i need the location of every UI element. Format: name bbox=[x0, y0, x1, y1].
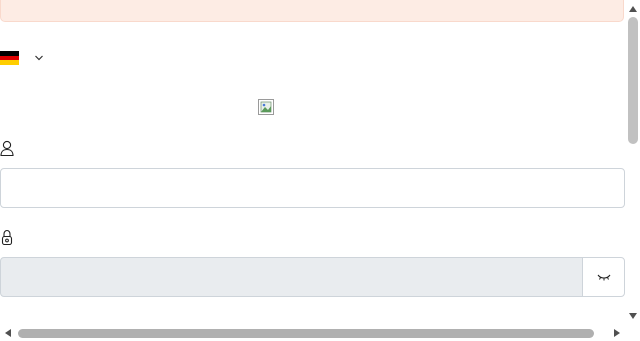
scroll-up-arrow-icon[interactable] bbox=[628, 4, 638, 14]
flag-germany-icon bbox=[0, 51, 19, 66]
scroll-down-arrow-icon[interactable] bbox=[628, 311, 638, 321]
lock-icon bbox=[1, 229, 13, 245]
toggle-password-visibility-button[interactable] bbox=[582, 257, 625, 297]
scroll-right-arrow-icon[interactable] bbox=[612, 328, 622, 338]
scroll-left-arrow-icon[interactable] bbox=[3, 328, 13, 338]
alert-banner bbox=[0, 0, 624, 22]
login-page bbox=[0, 0, 640, 341]
chevron-down-icon bbox=[35, 55, 43, 61]
eye-closed-icon bbox=[597, 274, 610, 281]
horizontal-scrollbar-thumb[interactable] bbox=[18, 329, 594, 338]
user-icon bbox=[0, 140, 14, 156]
scrollbar-corner bbox=[626, 326, 640, 341]
vertical-scrollbar-thumb[interactable] bbox=[628, 17, 638, 144]
username-input[interactable] bbox=[0, 168, 625, 208]
language-selector[interactable] bbox=[0, 50, 50, 66]
password-input[interactable] bbox=[0, 257, 583, 297]
broken-image-icon bbox=[258, 99, 274, 115]
